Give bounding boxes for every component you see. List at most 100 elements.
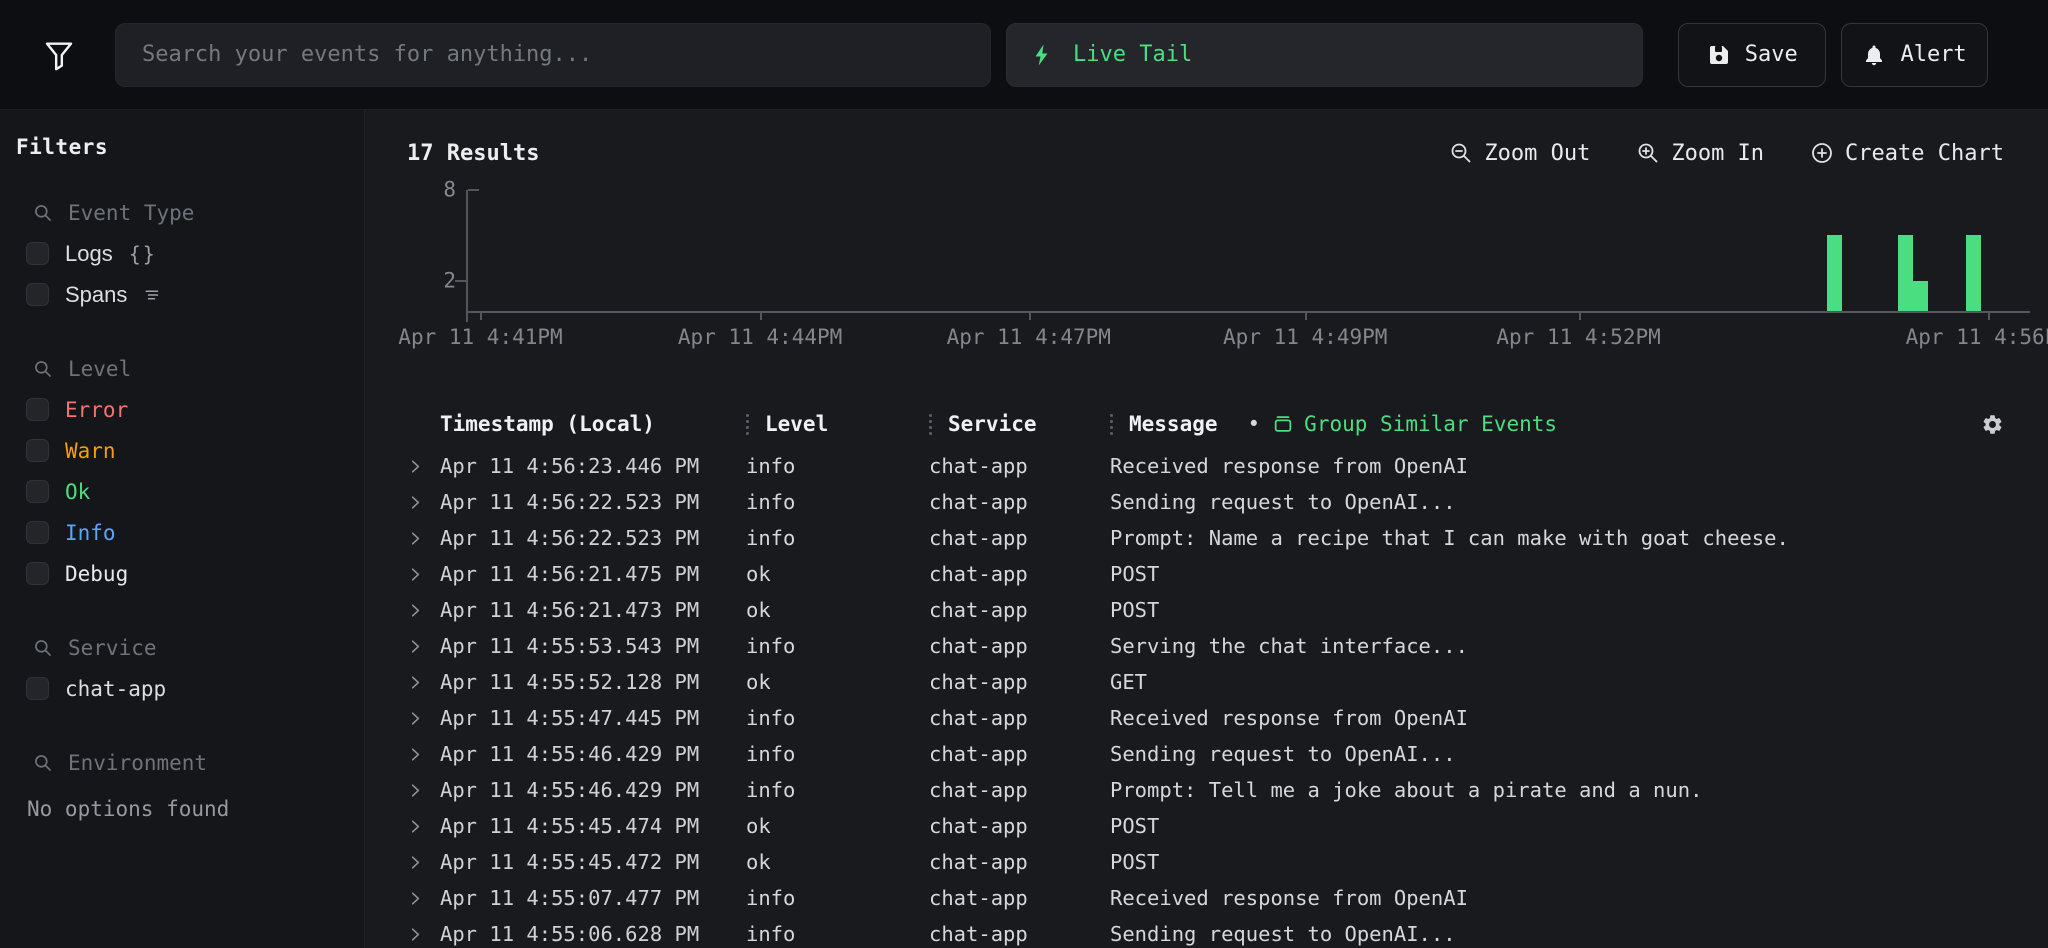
row-expand-chevron[interactable] — [407, 926, 440, 943]
filter-option-ok[interactable]: Ok — [26, 471, 364, 512]
cell-level: info — [746, 526, 929, 550]
checkbox[interactable] — [26, 521, 49, 544]
table-row[interactable]: Apr 11 4:56:22.523 PM info chat-app Send… — [407, 484, 2004, 520]
cell-level: info — [746, 490, 929, 514]
chart-bar — [1898, 235, 1913, 311]
column-resize-handle[interactable] — [929, 414, 932, 435]
chevron-right-icon — [407, 458, 424, 475]
filter-option-chat-app[interactable]: chat-app — [26, 668, 364, 709]
table-row[interactable]: Apr 11 4:55:07.477 PM info chat-app Rece… — [407, 880, 2004, 916]
checkbox[interactable] — [26, 480, 49, 503]
table-row[interactable]: Apr 11 4:55:45.472 PM ok chat-app POST — [407, 844, 2004, 880]
table-row[interactable]: Apr 11 4:55:53.543 PM info chat-app Serv… — [407, 628, 2004, 664]
filter-option-label: Error — [65, 398, 128, 422]
row-expand-chevron[interactable] — [407, 854, 440, 871]
filter-option-error[interactable]: Error — [26, 389, 364, 430]
search-icon — [33, 753, 53, 773]
table-header: Timestamp (Local) Level Service Message — [407, 400, 2004, 448]
row-expand-chevron[interactable] — [407, 566, 440, 583]
row-expand-chevron[interactable] — [407, 890, 440, 907]
row-expand-chevron[interactable] — [407, 674, 440, 691]
table-row[interactable]: Apr 11 4:55:47.445 PM info chat-app Rece… — [407, 700, 2004, 736]
chevron-right-icon — [407, 566, 424, 583]
create-chart-button[interactable]: Create Chart — [1810, 141, 2004, 166]
x-tick — [1029, 311, 1031, 320]
row-expand-chevron[interactable] — [407, 746, 440, 763]
gear-icon — [1981, 413, 2004, 436]
cell-message: Received response from OpenAI — [1110, 706, 1960, 730]
table-row[interactable]: Apr 11 4:56:21.473 PM ok chat-app POST — [407, 592, 2004, 628]
cell-timestamp: Apr 11 4:56:21.473 PM — [440, 598, 746, 622]
row-expand-chevron[interactable] — [407, 494, 440, 511]
save-button[interactable]: Save — [1678, 23, 1826, 87]
table-row[interactable]: Apr 11 4:55:45.474 PM ok chat-app POST — [407, 808, 2004, 844]
table-row[interactable]: Apr 11 4:55:46.429 PM info chat-app Prom… — [407, 772, 2004, 808]
cell-level: ok — [746, 814, 929, 838]
checkbox[interactable] — [26, 677, 49, 700]
filter-option-label: Debug — [65, 562, 128, 586]
filter-option-spans[interactable]: Spans — [26, 274, 364, 315]
col-service: Service — [929, 412, 1110, 436]
filter-option-debug[interactable]: Debug — [26, 553, 364, 594]
zoom-in-button[interactable]: Zoom In — [1636, 141, 1764, 166]
row-expand-chevron[interactable] — [407, 782, 440, 799]
row-expand-chevron[interactable] — [407, 602, 440, 619]
table-row[interactable]: Apr 11 4:55:52.128 PM ok chat-app GET — [407, 664, 2004, 700]
row-expand-chevron[interactable] — [407, 710, 440, 727]
live-tail-label: Live Tail — [1073, 42, 1192, 67]
filters-toggle-button[interactable] — [40, 36, 78, 74]
checkbox[interactable] — [26, 439, 49, 462]
checkbox[interactable] — [26, 283, 49, 306]
chevron-right-icon — [407, 674, 424, 691]
search-input[interactable] — [115, 23, 991, 87]
chevron-right-icon — [407, 710, 424, 727]
row-expand-chevron[interactable] — [407, 818, 440, 835]
checkbox[interactable] — [26, 562, 49, 585]
checkbox[interactable] — [26, 242, 49, 265]
cell-level: ok — [746, 562, 929, 586]
cell-level: info — [746, 778, 929, 802]
checkbox[interactable] — [26, 398, 49, 421]
content: Filters Event Type Logs {} Spans Level E… — [0, 110, 2048, 948]
live-tail-button[interactable]: Live Tail — [1006, 23, 1643, 87]
alert-button[interactable]: Alert — [1841, 23, 1988, 87]
filter-search[interactable]: Level — [33, 357, 364, 381]
cell-message: Prompt: Name a recipe that I can make wi… — [1110, 526, 1960, 550]
column-resize-handle[interactable] — [1110, 414, 1113, 435]
table-settings-button[interactable] — [1981, 413, 2004, 436]
save-icon — [1707, 43, 1731, 67]
table-row[interactable]: Apr 11 4:56:22.523 PM info chat-app Prom… — [407, 520, 2004, 556]
chart-plot[interactable]: 82Apr 11 4:41PMApr 11 4:44PMApr 11 4:47P… — [466, 190, 2030, 313]
filter-option-warn[interactable]: Warn — [26, 430, 364, 471]
filter-search[interactable]: Environment — [33, 751, 364, 775]
main-panel: 17 Results Zoom Out Zoom In Create Chart… — [365, 110, 2048, 948]
table-row[interactable]: Apr 11 4:55:46.429 PM info chat-app Send… — [407, 736, 2004, 772]
filter-search-placeholder: Environment — [68, 751, 207, 775]
table-row[interactable]: Apr 11 4:55:06.628 PM info chat-app Send… — [407, 916, 2004, 948]
cell-level: ok — [746, 670, 929, 694]
row-expand-chevron[interactable] — [407, 458, 440, 475]
filter-option-info[interactable]: Info — [26, 512, 364, 553]
x-tick — [760, 311, 762, 320]
span-lines-icon — [143, 286, 163, 304]
table-row[interactable]: Apr 11 4:56:23.446 PM info chat-app Rece… — [407, 448, 2004, 484]
zoom-out-button[interactable]: Zoom Out — [1449, 141, 1590, 166]
x-tick — [1988, 311, 1990, 320]
row-expand-chevron[interactable] — [407, 638, 440, 655]
row-expand-chevron[interactable] — [407, 530, 440, 547]
cell-service: chat-app — [929, 742, 1110, 766]
filter-search[interactable]: Service — [33, 636, 364, 660]
cell-message: Serving the chat interface... — [1110, 634, 1960, 658]
column-resize-handle[interactable] — [746, 414, 749, 435]
cell-timestamp: Apr 11 4:55:52.128 PM — [440, 670, 746, 694]
filter-search[interactable]: Event Type — [33, 201, 364, 225]
group-similar-button[interactable]: Group Similar Events — [1272, 412, 1557, 436]
table-row[interactable]: Apr 11 4:56:21.475 PM ok chat-app POST — [407, 556, 2004, 592]
filter-option-logs[interactable]: Logs {} — [26, 233, 364, 274]
sidebar-sections: Event Type Logs {} Spans Level Error War… — [0, 201, 364, 821]
cell-message: Prompt: Tell me a joke about a pirate an… — [1110, 778, 1960, 802]
search-icon — [33, 638, 53, 658]
filter-section-environment: Environment No options found — [0, 751, 364, 821]
cell-service: chat-app — [929, 598, 1110, 622]
cell-timestamp: Apr 11 4:55:46.429 PM — [440, 778, 746, 802]
